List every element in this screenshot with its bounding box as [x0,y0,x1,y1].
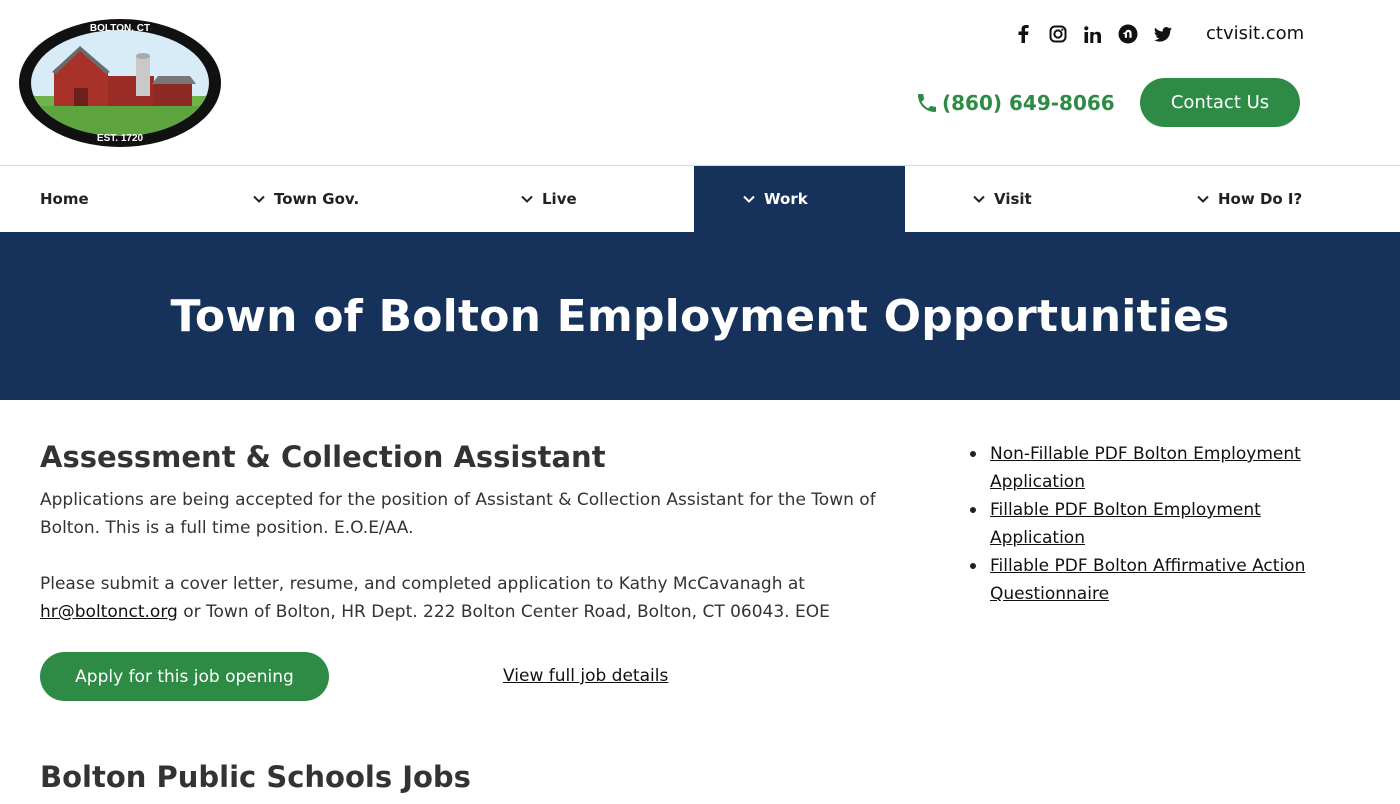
page-title: Town of Bolton Employment Opportunities [170,290,1230,342]
chevron-down-icon [521,195,533,203]
nav-item-label: Work [764,190,808,208]
site-header: BOLTON, CT EST. 1720 ctvisit.com (860) 6… [0,0,1400,166]
nav-item-town-gov[interactable]: Town Gov. [252,166,359,232]
contact-us-button[interactable]: Contact Us [1140,78,1300,127]
ctvisit-link[interactable]: ctvisit.com [1206,22,1304,46]
chevron-down-icon [253,195,265,203]
nav-item-label: Live [542,190,577,208]
twitter-icon[interactable] [1152,22,1173,46]
apply-button[interactable]: Apply for this job opening [40,652,329,701]
social-links [1012,22,1173,46]
instructions-suffix: or Town of Bolton, HR Dept. 222 Bolton C… [177,602,830,622]
instructions-prefix: Please submit a cover letter, resume, an… [40,574,805,594]
town-logo[interactable]: BOLTON, CT EST. 1720 [18,18,222,148]
page-hero: Town of Bolton Employment Opportunities [0,232,1400,400]
bullet-icon [970,507,976,513]
nav-item-label: How Do I? [1218,190,1303,208]
application-links: Non-Fillable PDF Bolton Employment Appli… [970,440,1350,608]
phone-icon [918,94,936,112]
job-instructions: Please submit a cover letter, resume, an… [40,570,910,626]
bullet-icon [970,451,976,457]
bullet-icon [970,563,976,569]
nav-item-label: Home [40,190,89,208]
nav-item-how-do-i[interactable]: How Do I? [1196,166,1302,232]
phone-link[interactable]: (860) 649-8066 [918,89,1115,117]
main-nav: Home Town Gov. Live Work Visit How Do I? [0,166,1400,232]
town-seal-icon: BOLTON, CT EST. 1720 [19,19,221,147]
non-fillable-application-link[interactable]: Non-Fillable PDF Bolton Employment Appli… [990,444,1301,492]
list-item: Fillable PDF Bolton Employment Applicati… [970,496,1350,552]
job-title: Assessment & Collection Assistant [40,440,606,474]
nav-item-live[interactable]: Live [520,166,577,232]
nav-item-work[interactable]: Work [694,166,905,232]
nextdoor-icon[interactable] [1117,22,1138,46]
linkedin-icon[interactable] [1082,22,1103,46]
list-item: Fillable PDF Bolton Affirmative Action Q… [970,552,1350,608]
logo-top-text: BOLTON, CT [90,23,150,34]
job-actions: Apply for this job opening View full job… [40,652,910,701]
chevron-down-icon [1197,195,1209,203]
fillable-application-link[interactable]: Fillable PDF Bolton Employment Applicati… [990,500,1261,548]
job-description: Applications are being accepted for the … [40,490,876,538]
nav-item-home[interactable]: Home [40,166,89,232]
job-listing: Assessment & Collection Assistant Applic… [40,436,910,626]
instagram-icon[interactable] [1047,22,1068,46]
affirmative-action-link[interactable]: Fillable PDF Bolton Affirmative Action Q… [990,556,1305,604]
facebook-icon[interactable] [1012,22,1033,46]
nav-item-visit[interactable]: Visit [972,166,1032,232]
schools-jobs-heading: Bolton Public Schools Jobs [40,760,471,794]
view-job-details-link[interactable]: View full job details [503,664,668,688]
chevron-down-icon [743,195,755,203]
hr-email-link[interactable]: hr@boltonct.org [40,602,178,622]
chevron-down-icon [973,195,985,203]
nav-item-label: Visit [994,190,1032,208]
logo-bottom-text: EST. 1720 [97,133,144,144]
list-item: Non-Fillable PDF Bolton Employment Appli… [970,440,1350,496]
phone-number: (860) 649-8066 [942,91,1115,115]
nav-item-label: Town Gov. [274,190,360,208]
